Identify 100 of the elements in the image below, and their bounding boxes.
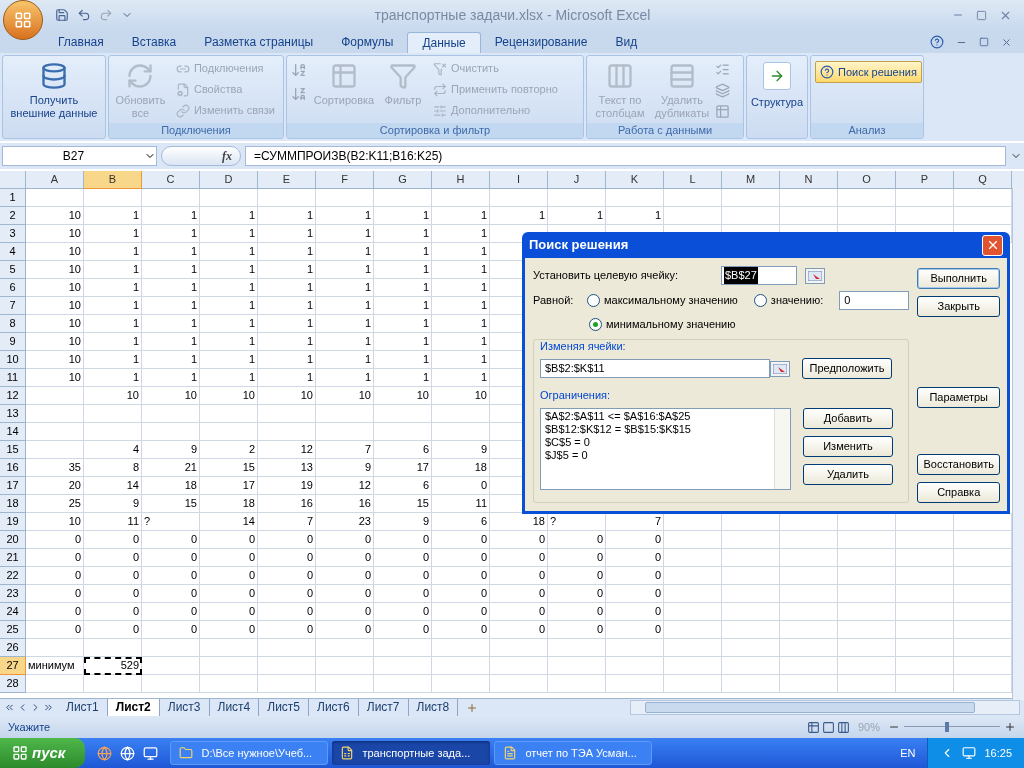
table-cell[interactable]: 0 <box>142 531 200 549</box>
constraint-item[interactable]: $A$2:$A$11 <= $A$16:$A$25 <box>545 409 770 423</box>
row-header[interactable]: 15 <box>0 441 26 459</box>
column-header[interactable]: E <box>258 171 316 189</box>
table-cell[interactable]: 1 <box>84 369 142 387</box>
table-cell[interactable]: 1 <box>316 279 374 297</box>
ribbon-tab[interactable]: Главная <box>44 32 118 53</box>
table-cell[interactable]: 10 <box>200 387 258 405</box>
table-cell[interactable]: 1 <box>258 279 316 297</box>
ribbon-button[interactable]: Структура <box>751 58 803 111</box>
table-cell[interactable]: 0 <box>548 531 606 549</box>
row-header[interactable]: 18 <box>0 495 26 513</box>
table-cell[interactable]: 1 <box>142 279 200 297</box>
table-cell[interactable]: 0 <box>432 585 490 603</box>
table-cell[interactable]: 14 <box>200 513 258 531</box>
table-cell[interactable]: 0 <box>142 585 200 603</box>
column-header[interactable]: L <box>664 171 722 189</box>
table-cell[interactable]: 19 <box>258 477 316 495</box>
constraint-item[interactable]: $J$5 = 0 <box>545 448 770 462</box>
table-cell[interactable]: 0 <box>26 549 84 567</box>
table-cell[interactable]: 0 <box>490 603 548 621</box>
table-cell[interactable]: 10 <box>432 387 490 405</box>
table-cell[interactable]: 0 <box>606 567 664 585</box>
constraints-list[interactable]: $A$2:$A$11 <= $A$16:$A$25 $B$12:$K$12 = $B$15:$K$15 $C$5 = 0 $J$5 = 0 <box>540 407 791 490</box>
table-cell[interactable]: 12 <box>316 477 374 495</box>
table-cell[interactable]: 15 <box>200 459 258 477</box>
table-cell[interactable]: 10 <box>26 261 84 279</box>
table-cell[interactable]: 23 <box>316 513 374 531</box>
table-cell[interactable]: 1 <box>316 351 374 369</box>
table-cell[interactable]: 0 <box>84 531 142 549</box>
table-cell[interactable]: 0 <box>316 585 374 603</box>
table-cell[interactable]: 0 <box>548 585 606 603</box>
taskbar-button[interactable]: транспортные зада... <box>332 741 491 765</box>
table-cell[interactable]: 1 <box>490 207 548 225</box>
row-header[interactable]: 14 <box>0 423 26 441</box>
table-cell[interactable]: 0 <box>142 621 200 639</box>
ribbon-tab[interactable]: Рецензирование <box>480 32 602 53</box>
radio-option[interactable]: минимальному значению <box>589 316 736 333</box>
table-cell[interactable]: 0 <box>26 531 84 549</box>
language-indicator[interactable]: EN <box>900 744 916 762</box>
table-cell[interactable]: 18 <box>200 495 258 513</box>
table-cell[interactable]: 0 <box>26 621 84 639</box>
table-cell[interactable]: 0 <box>84 567 142 585</box>
table-cell[interactable]: 0 <box>374 621 432 639</box>
row-header[interactable]: 25 <box>0 621 26 639</box>
table-cell[interactable]: 1 <box>316 315 374 333</box>
ribbon-tab[interactable]: Вид <box>601 32 652 53</box>
table-cell[interactable]: 0 <box>490 549 548 567</box>
table-cell[interactable]: 7 <box>316 441 374 459</box>
table-cell[interactable]: 6 <box>374 441 432 459</box>
table-cell[interactable]: 1 <box>374 369 432 387</box>
table-cell[interactable]: 15 <box>374 495 432 513</box>
column-header[interactable]: B <box>84 171 142 189</box>
table-cell[interactable]: 1 <box>374 333 432 351</box>
table-cell[interactable]: 0 <box>84 549 142 567</box>
row-header[interactable]: 4 <box>0 243 26 261</box>
row-header[interactable]: 27 <box>0 657 26 675</box>
table-cell[interactable]: 1 <box>316 207 374 225</box>
table-cell[interactable]: 10 <box>316 387 374 405</box>
column-header[interactable]: K <box>606 171 664 189</box>
table-cell[interactable]: 1 <box>142 351 200 369</box>
table-cell[interactable]: 0 <box>316 603 374 621</box>
dialog-button[interactable]: Параметры <box>917 387 1001 408</box>
constraint-item[interactable]: $B$12:$K$12 = $B$15:$K$15 <box>545 422 770 436</box>
table-cell[interactable]: 10 <box>374 387 432 405</box>
table-cell[interactable]: 1 <box>258 243 316 261</box>
table-cell[interactable]: 529 <box>84 657 142 675</box>
table-cell[interactable]: 0 <box>606 603 664 621</box>
table-cell[interactable]: 0 <box>26 567 84 585</box>
table-cell[interactable]: 1 <box>84 207 142 225</box>
row-header[interactable]: 16 <box>0 459 26 477</box>
table-cell[interactable]: 0 <box>200 603 258 621</box>
table-cell[interactable]: 0 <box>374 549 432 567</box>
ribbon-button[interactable]: Поиск решения <box>815 61 922 83</box>
table-cell[interactable]: 1 <box>316 369 374 387</box>
table-cell[interactable]: 10 <box>26 297 84 315</box>
row-header[interactable]: 9 <box>0 333 26 351</box>
table-cell[interactable]: 1 <box>374 351 432 369</box>
table-cell[interactable]: 0 <box>316 549 374 567</box>
table-cell[interactable]: 2 <box>200 441 258 459</box>
table-cell[interactable]: 1 <box>432 351 490 369</box>
row-header[interactable]: 8 <box>0 315 26 333</box>
table-cell[interactable]: 1 <box>432 279 490 297</box>
table-cell[interactable]: 10 <box>26 279 84 297</box>
dialog-button[interactable]: Изменить <box>803 435 893 457</box>
table-cell[interactable]: 10 <box>84 387 142 405</box>
table-cell[interactable]: 1 <box>316 261 374 279</box>
table-cell[interactable]: 1 <box>200 261 258 279</box>
column-header[interactable]: G <box>374 171 432 189</box>
table-cell[interactable]: 0 <box>26 585 84 603</box>
table-cell[interactable]: 0 <box>432 549 490 567</box>
table-cell[interactable]: 17 <box>374 459 432 477</box>
ribbon-button[interactable]: Получить внешние данные <box>7 58 101 120</box>
table-cell[interactable]: 1 <box>84 351 142 369</box>
row-header[interactable]: 28 <box>0 675 26 693</box>
table-cell[interactable]: 0 <box>374 603 432 621</box>
column-header[interactable]: P <box>896 171 954 189</box>
table-cell[interactable]: 1 <box>200 333 258 351</box>
table-cell[interactable]: 0 <box>548 567 606 585</box>
table-cell[interactable]: 1 <box>258 225 316 243</box>
